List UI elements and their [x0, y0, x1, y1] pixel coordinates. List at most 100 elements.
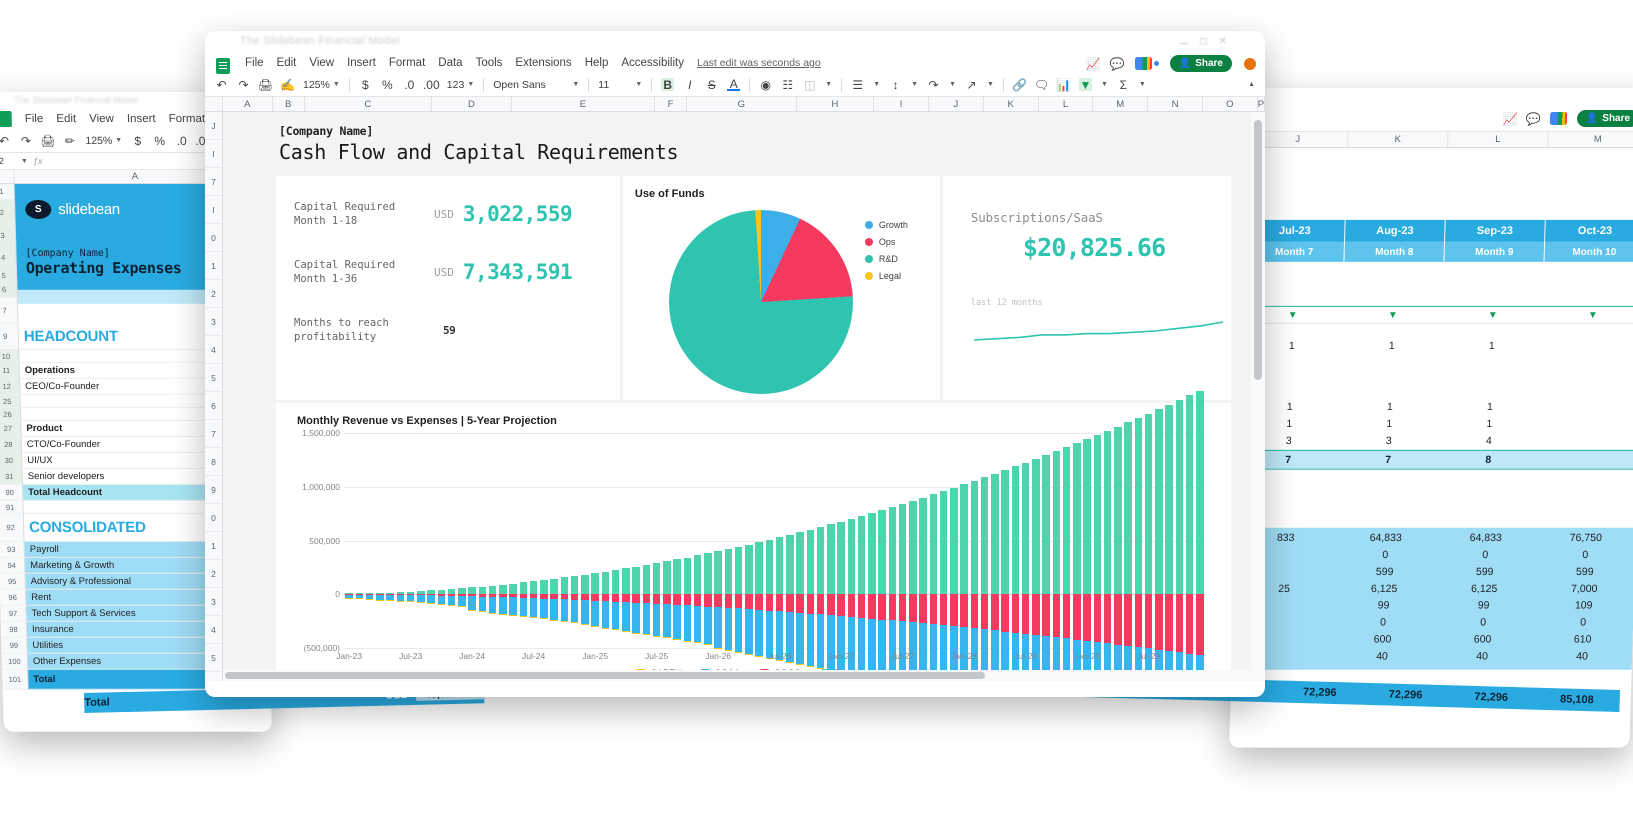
- vertical-scrollbar[interactable]: [1251, 112, 1265, 681]
- chevron-down-icon[interactable]: ▼: [825, 81, 832, 88]
- row-number[interactable]: 4: [0, 245, 17, 270]
- decimal-increase-icon[interactable]: .00: [423, 78, 440, 92]
- row-number[interactable]: 28: [0, 436, 23, 453]
- row-number[interactable]: 6: [205, 392, 222, 420]
- row-number[interactable]: 31: [0, 468, 23, 485]
- percent-icon[interactable]: %: [153, 133, 166, 147]
- filter-icon[interactable]: ▼: [1443, 307, 1544, 323]
- column-header-j[interactable]: J: [929, 97, 984, 111]
- column-header-d[interactable]: D: [432, 97, 512, 111]
- close-icon[interactable]: ✕: [1219, 36, 1227, 47]
- window-controls[interactable]: ⚊ ◻ ✕: [1179, 36, 1227, 47]
- main-sheet-area[interactable]: J I 7 I 0 1 2 3 4 5 6 7 8 9 0 1 2 3 4 5: [205, 112, 1265, 681]
- row-number[interactable]: 4: [205, 336, 222, 364]
- borders-icon[interactable]: ☷: [781, 78, 794, 92]
- trend-icon[interactable]: 📈: [1503, 111, 1518, 125]
- row-number[interactable]: 10: [0, 349, 20, 363]
- row-number[interactable]: 11: [0, 362, 21, 379]
- print-icon[interactable]: 🖨: [40, 133, 56, 147]
- row-number[interactable]: I: [205, 140, 222, 168]
- share-button[interactable]: 👤 Share: [1576, 109, 1633, 127]
- chevron-down-icon[interactable]: ▼: [987, 81, 994, 88]
- menu-format[interactable]: Format: [169, 113, 206, 125]
- row-number[interactable]: 0: [205, 224, 222, 252]
- paint-format-icon[interactable]: ✏: [63, 133, 76, 147]
- collapse-toolbar-icon[interactable]: ▲: [1248, 81, 1255, 88]
- column-header-p[interactable]: P: [1258, 97, 1265, 111]
- undo-icon[interactable]: ↶: [0, 133, 11, 147]
- row-number[interactable]: 97: [0, 605, 27, 622]
- decimal-decrease-icon[interactable]: .0: [403, 78, 416, 92]
- row-number[interactable]: 26: [0, 407, 22, 421]
- row-number[interactable]: 0: [205, 504, 222, 532]
- row-number[interactable]: 5: [205, 364, 222, 392]
- column-header-c[interactable]: C: [305, 97, 433, 111]
- column-header-a[interactable]: A: [223, 97, 273, 111]
- filter-icon[interactable]: ▼: [1543, 307, 1633, 323]
- right-window-column-headers[interactable]: J K L M: [1247, 131, 1633, 148]
- main-window[interactable]: The Slidebean Financial Model ⚊ ◻ ✕ File…: [205, 31, 1265, 697]
- merge-cells-icon[interactable]: ◫: [803, 78, 816, 92]
- menu-insert[interactable]: Insert: [127, 113, 156, 125]
- row-number[interactable]: 27: [0, 420, 22, 437]
- row-number[interactable]: 100: [1, 653, 29, 670]
- insert-chart-icon[interactable]: 📊: [1056, 78, 1071, 92]
- strikethrough-icon[interactable]: S: [705, 78, 718, 92]
- right-window-filter-row[interactable]: ▼ ▼ ▼ ▼: [1242, 305, 1633, 324]
- maximize-icon[interactable]: ◻: [1199, 36, 1207, 47]
- name-box[interactable]: 02 ▼: [0, 156, 28, 166]
- row-number[interactable]: 90: [0, 484, 24, 501]
- column-header-o[interactable]: O: [1203, 97, 1258, 111]
- row-number[interactable]: 8: [205, 448, 222, 476]
- filter-icon[interactable]: ▼: [1342, 307, 1443, 323]
- horizontal-align-icon[interactable]: ☰: [851, 78, 864, 92]
- last-edit-status[interactable]: Last edit was seconds ago: [697, 57, 821, 69]
- row-number[interactable]: 5: [205, 644, 222, 672]
- row-number[interactable]: 91: [0, 500, 24, 514]
- chevron-down-icon[interactable]: ▼: [1139, 81, 1146, 88]
- row-number[interactable]: 6: [0, 281, 18, 298]
- menu-edit[interactable]: Edit: [277, 57, 297, 69]
- filter-icon[interactable]: ▼: [1078, 78, 1092, 92]
- row-number[interactable]: 7: [205, 168, 222, 196]
- text-rotation-icon[interactable]: ↗: [965, 78, 978, 92]
- row-number[interactable]: 2: [0, 199, 16, 226]
- row-number[interactable]: 3: [205, 308, 222, 336]
- italic-icon[interactable]: I: [683, 78, 696, 92]
- menu-file[interactable]: File: [25, 113, 44, 125]
- text-color-icon[interactable]: A: [727, 77, 741, 91]
- row-number[interactable]: 5: [0, 269, 18, 282]
- meet-icon[interactable]: [1134, 57, 1152, 70]
- chevron-down-icon[interactable]: ▼: [873, 81, 880, 88]
- dashboard-canvas[interactable]: [Company Name] Cash Flow and Capital Req…: [223, 112, 1251, 681]
- row-number[interactable]: 2: [205, 280, 222, 308]
- menu-view[interactable]: View: [89, 113, 114, 125]
- trend-icon[interactable]: 📈: [1086, 57, 1101, 71]
- currency-icon[interactable]: $: [131, 133, 144, 147]
- row-number[interactable]: 92: [0, 513, 25, 542]
- row-number[interactable]: J: [205, 112, 222, 140]
- vertical-align-icon[interactable]: ↕: [889, 78, 902, 92]
- background-window-right[interactable]: 📈 💬 👤 Share J K L M Jul-23 Aug-23 Sep-23…: [1229, 88, 1633, 748]
- corner-cell[interactable]: [0, 169, 15, 183]
- row-number[interactable]: 9: [0, 323, 20, 350]
- row-number[interactable]: 9: [205, 476, 222, 504]
- column-header-f[interactable]: F: [655, 97, 688, 111]
- number-format-control[interactable]: 123 ▼: [447, 79, 474, 91]
- row-number[interactable]: 1: [205, 252, 222, 280]
- fill-color-icon[interactable]: ◉: [759, 78, 772, 92]
- redo-icon[interactable]: ↷: [237, 78, 250, 92]
- row-number[interactable]: 3: [0, 225, 17, 246]
- insert-link-icon[interactable]: 🔗: [1012, 78, 1027, 92]
- print-icon[interactable]: 🖨: [258, 78, 273, 92]
- column-header-n[interactable]: N: [1148, 97, 1203, 111]
- row-number[interactable]: 1: [0, 183, 16, 200]
- menu-file[interactable]: File: [245, 57, 264, 69]
- menu-tools[interactable]: Tools: [476, 57, 503, 69]
- main-column-headers[interactable]: A B C D E F G H I J K L M N O P: [205, 97, 1265, 112]
- chevron-down-icon[interactable]: ▼: [911, 81, 918, 88]
- column-header-g[interactable]: G: [687, 97, 797, 111]
- decimal-decrease-icon[interactable]: .0: [175, 133, 188, 147]
- row-number[interactable]: 101: [2, 669, 29, 690]
- minimize-icon[interactable]: ⚊: [1179, 36, 1188, 47]
